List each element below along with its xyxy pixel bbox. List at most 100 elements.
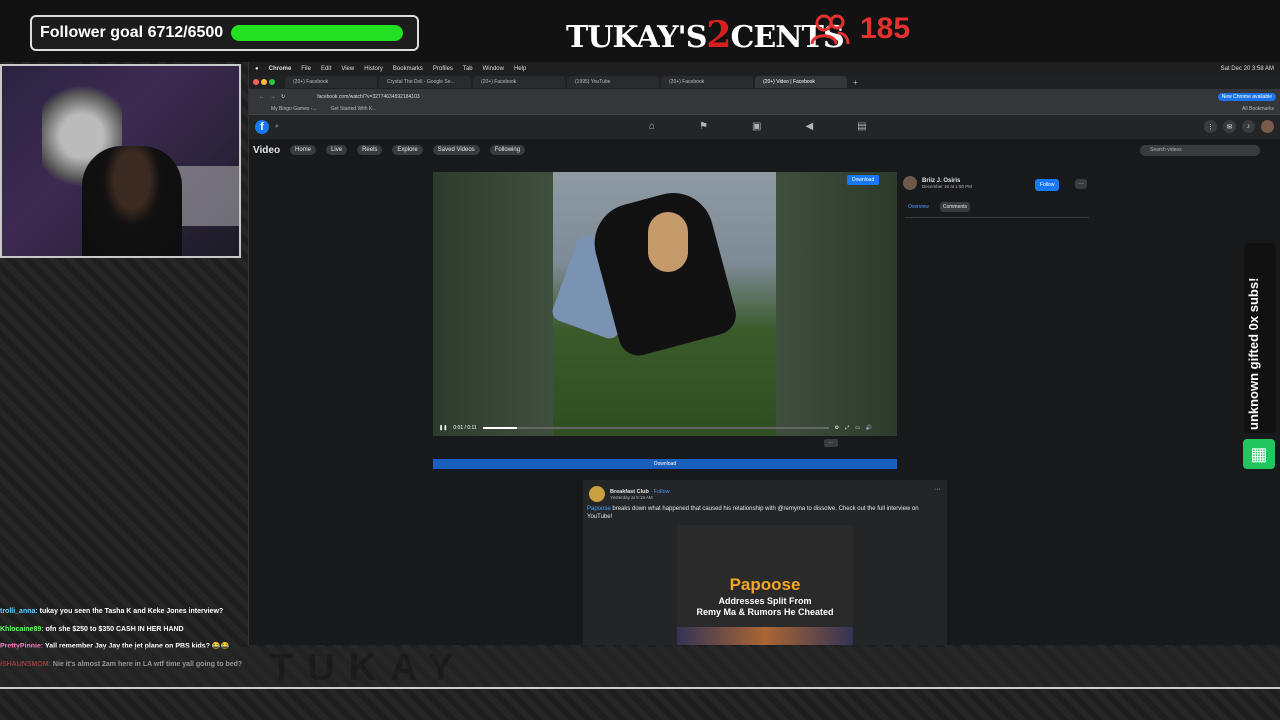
profile-avatar[interactable] — [1261, 120, 1274, 133]
notifications-icon[interactable]: ♪ — [1242, 120, 1255, 133]
menu-item[interactable]: File — [301, 66, 311, 72]
menu-grid-icon[interactable]: ⋮ — [1204, 120, 1217, 133]
menu-item[interactable]: Profiles — [433, 66, 453, 72]
post-image[interactable]: Papoose Addresses Split From Remy Ma & Ru… — [677, 525, 853, 645]
back-icon[interactable]: ← — [259, 94, 264, 100]
close-window-icon[interactable] — [253, 79, 259, 85]
channel-logo: TUKAY'S2CENTS — [566, 14, 845, 56]
gaming-icon[interactable]: ▤ — [857, 121, 866, 132]
video-nav-following[interactable]: Following — [489, 145, 526, 155]
menu-item[interactable]: History — [364, 66, 383, 72]
bookmarks-bar: My Bingo Games -... Get Started With K..… — [249, 104, 1280, 115]
forward-icon[interactable]: → — [270, 94, 275, 100]
post-image-strip — [677, 627, 853, 645]
browser-tab[interactable]: (20+) Facebook — [661, 76, 753, 88]
sub-alert-icon: ▦ — [1243, 439, 1275, 469]
post-header: Breakfast Club · Follow Yesterday at 9:1… — [589, 486, 670, 502]
video-seek-bar[interactable] — [482, 427, 829, 429]
video-author: Briiz J. Osiris December 16 at 1:50 PM — [903, 176, 1089, 190]
pause-icon[interactable]: ❚❚ — [439, 425, 447, 431]
tab-overview[interactable]: Overview — [905, 202, 932, 212]
new-tab-icon[interactable]: + — [853, 78, 858, 87]
marketplace-icon[interactable]: ▣ — [752, 121, 761, 132]
menu-item[interactable]: Edit — [321, 66, 331, 72]
video-nav-reels[interactable]: Reels — [357, 145, 383, 155]
tab-comments[interactable]: Comments — [939, 202, 971, 212]
viewers-icon — [810, 14, 850, 45]
video-frame — [549, 172, 776, 436]
webcam-feed — [0, 64, 241, 258]
all-bookmarks-button[interactable]: All Bookmarks — [1242, 106, 1274, 112]
video-player[interactable]: ❚❚ 0:01 / 0:11 ⚙ ⤢ ▭ 🔊 — [433, 172, 897, 436]
browser-tab-active[interactable]: (20+) Video | Facebook — [755, 76, 847, 88]
video-seek-fill — [482, 427, 518, 429]
megaphone-icon[interactable]: ◀ — [805, 121, 813, 132]
apple-icon[interactable]: ● — [255, 66, 259, 72]
volume-icon[interactable]: 🔊 — [866, 425, 872, 431]
menu-item[interactable]: Window — [483, 66, 504, 72]
post-avatar[interactable] — [589, 486, 605, 502]
bottom-divider — [0, 687, 1280, 689]
pip-icon[interactable]: ▭ — [855, 425, 860, 431]
menu-item[interactable]: View — [341, 66, 354, 72]
chat-text: tukay you seen the Tasha K and Keke Jone… — [37, 608, 224, 615]
tab-label: (20+) Video | Facebook — [763, 79, 815, 85]
post-text: Papoose breaks down what happened that c… — [587, 505, 943, 521]
bookmark-item[interactable]: Get Started With K... — [331, 106, 377, 112]
overlay-top-bar: Follower goal 6712/6500 TUKAY'S2CENTS 18… — [0, 0, 1280, 62]
facebook-logo-icon[interactable]: f — [255, 120, 269, 134]
author-avatar[interactable] — [903, 176, 917, 190]
new-chrome-button[interactable]: New Chrome available — [1217, 92, 1276, 101]
browser-tab[interactable]: Crystal The Doll - Google Se... — [379, 76, 471, 88]
chat-message: Khlocaine89: ofn she $250 to $350 CASH I… — [0, 621, 300, 639]
post-image-title: Papoose — [729, 575, 801, 594]
menu-item[interactable]: Chrome — [269, 66, 292, 72]
post-more-button[interactable]: ··· — [934, 486, 941, 493]
video-detail-tabs: Overview Comments — [905, 202, 971, 212]
messenger-icon[interactable]: ✉ — [1223, 120, 1236, 133]
browser-tab[interactable]: (20+) Facebook — [285, 76, 377, 88]
url-field[interactable]: facebook.com/watch/?v=327746345921841​03 — [317, 94, 419, 100]
tab-label: (20+) Facebook — [293, 79, 329, 85]
zoom-window-icon[interactable] — [269, 79, 275, 85]
post-tag[interactable]: Papoose — [587, 506, 611, 512]
home-icon[interactable]: ⌂ — [649, 121, 655, 132]
minimize-window-icon[interactable] — [261, 79, 267, 85]
tab-label: (20+) Facebook — [669, 79, 705, 85]
feed-post: Breakfast Club · Follow Yesterday at 9:1… — [583, 480, 947, 645]
post-author-name[interactable]: Breakfast Club — [610, 489, 649, 495]
browser-tab-strip: (20+) Facebook Crystal The Doll - Google… — [249, 75, 1280, 89]
video-nav-live[interactable]: Live — [326, 145, 348, 155]
follower-goal-label: Follower goal 6712/6500 — [40, 24, 224, 41]
video-nav-explore[interactable]: Explore — [392, 145, 423, 155]
video-nav-home[interactable]: Home — [290, 145, 317, 155]
post-follow-link[interactable]: · Follow — [650, 489, 669, 495]
flag-icon[interactable]: ⚑ — [699, 121, 708, 132]
follower-goal-bar — [231, 25, 404, 41]
author-more-button[interactable]: ··· — [1075, 179, 1087, 189]
video-content — [648, 212, 688, 272]
video-nav-saved[interactable]: Saved Videos — [432, 145, 480, 155]
more-options-button[interactable]: ··· — [824, 439, 838, 447]
post-image-subtitle: Addresses Split From Remy Ma & Rumors He … — [677, 596, 853, 618]
menu-item[interactable]: Help — [514, 66, 526, 72]
search-videos-input[interactable]: Search videos — [1140, 144, 1260, 156]
chat-username: Khlocaine89: — [0, 625, 44, 633]
menu-item[interactable]: Bookmarks — [393, 66, 423, 72]
logo-number: 2 — [706, 14, 731, 56]
download-badge[interactable]: Download — [847, 175, 880, 185]
bookmark-item[interactable]: My Bingo Games -... — [271, 106, 317, 112]
follow-button[interactable]: Follow — [1035, 179, 1060, 191]
follower-goal-widget: Follower goal 6712/6500 — [30, 15, 419, 51]
tab-label: (1995) YouTube — [575, 79, 611, 85]
fullscreen-icon[interactable]: ⤢ — [845, 425, 849, 431]
author-date: December 16 at 1:50 PM — [922, 183, 973, 189]
menu-item[interactable]: Tab — [463, 66, 473, 72]
browser-tab[interactable]: (1995) YouTube — [567, 76, 659, 88]
search-icon[interactable]: ⌕ — [275, 123, 279, 131]
post-body: breaks down what happened that caused hi… — [587, 506, 919, 520]
browser-tab[interactable]: (20+) Facebook — [473, 76, 565, 88]
settings-icon[interactable]: ⚙ — [835, 425, 839, 431]
download-bar[interactable]: Download — [433, 459, 897, 469]
reload-icon[interactable]: ↻ — [281, 94, 285, 100]
